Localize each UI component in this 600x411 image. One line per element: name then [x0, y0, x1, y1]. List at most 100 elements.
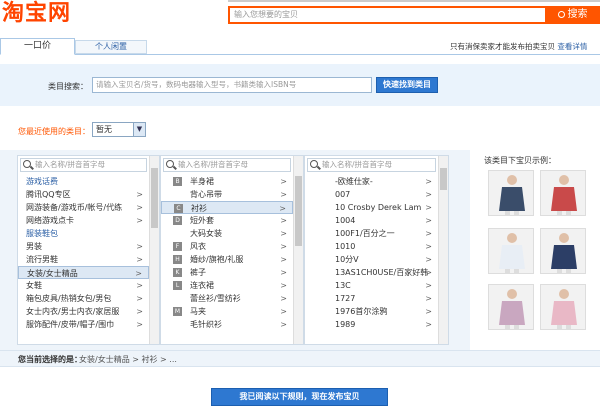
shirt-icon — [489, 229, 533, 273]
category-item[interactable]: 女装/女士精品 > — [18, 266, 149, 279]
category-item-label: 网游装备/游戏币/帐号/代练 — [26, 203, 123, 212]
subcategory-item[interactable]: B 半身裙 > — [161, 175, 293, 188]
search-icon — [557, 11, 565, 18]
chevron-right-icon: > — [279, 204, 286, 213]
taobao-logo[interactable]: 淘宝网 — [2, 0, 71, 26]
index-letter-badge: K — [173, 268, 182, 277]
subcategory-item[interactable]: D 短外套 > — [161, 214, 293, 227]
auction-notice: 只有消保卖家才能发布拍卖宝贝 查看详情 — [450, 41, 587, 52]
brand-item[interactable]: 1004 > — [305, 214, 438, 227]
brand-item-label: 100F1/百分之一 — [335, 229, 395, 238]
category-item-label: 箱包皮具/热销女包/男包 — [26, 294, 112, 303]
level3-scrollbar[interactable] — [438, 156, 448, 344]
category-item[interactable]: 箱包皮具/热销女包/男包 > — [18, 292, 149, 305]
recent-category-select[interactable]: 暂无 ▼ — [92, 122, 146, 137]
brand-item-label: 1989 — [335, 320, 356, 329]
brand-item[interactable]: 100F1/百分之一 > — [305, 227, 438, 240]
brand-item[interactable]: 007 > — [305, 188, 438, 201]
search-input[interactable]: 输入您想要的宝贝 — [228, 6, 546, 24]
scroll-thumb[interactable] — [440, 168, 447, 190]
level2-list: B 半身裙 > 背心吊带 > C 衬衫 > D 短外套 > 大码女装 > F 风衣 > H 婚纱/旗袍/礼服 > K 裤… — [161, 175, 293, 331]
index-letter-badge: B — [173, 177, 182, 186]
subcategory-item[interactable]: 蕾丝衫/雪纺衫 > — [161, 292, 293, 305]
subcategory-item[interactable]: 毛针织衫 > — [161, 318, 293, 331]
chevron-right-icon: > — [280, 216, 287, 225]
level2-scrollbar[interactable] — [293, 156, 303, 344]
subcategory-item[interactable]: F 风衣 > — [161, 240, 293, 253]
subcategory-item[interactable]: 背心吊带 > — [161, 188, 293, 201]
subcategory-item-label: 婚纱/旗袍/礼服 — [190, 255, 244, 264]
recent-category-label: 您最近使用的类目： — [18, 127, 90, 136]
brand-item[interactable]: 1010 > — [305, 240, 438, 253]
category-item[interactable]: 女鞋 > — [18, 279, 149, 292]
notice-detail-link[interactable]: 查看详情 — [557, 42, 587, 51]
category-group-header: 服装鞋包 — [18, 227, 149, 240]
subcategory-item[interactable]: H 婚纱/旗袍/礼服 > — [161, 253, 293, 266]
brand-item-label: 1010 — [335, 242, 356, 251]
example-image[interactable] — [488, 228, 534, 274]
subcategory-item[interactable]: M 马夹 > — [161, 305, 293, 318]
chevron-right-icon: > — [425, 320, 432, 329]
category-item[interactable]: 网游装备/游戏币/帐号/代练 > — [18, 201, 149, 214]
level1-filter-input[interactable]: 输入名称/拼音首字母 — [20, 158, 147, 172]
brand-item[interactable]: 10分V > — [305, 253, 438, 266]
chevron-right-icon: > — [136, 255, 143, 264]
chevron-down-icon[interactable]: ▼ — [133, 123, 145, 136]
tabs-divider — [0, 54, 600, 55]
scroll-thumb[interactable] — [151, 168, 158, 228]
level3-filter-input[interactable]: 输入名称/拼音首字母 — [307, 158, 436, 172]
category-item[interactable]: 腾讯QQ专区 > — [18, 188, 149, 201]
subcategory-item-label: 风衣 — [190, 242, 206, 251]
category-search-input[interactable]: 请输入宝贝名/货号，数码电器输入型号，书籍类输入ISBN号 — [92, 77, 372, 93]
category-item-label: 女士内衣/男士内衣/家居服 — [26, 307, 120, 316]
category-item-label: 腾讯QQ专区 — [26, 190, 71, 199]
examples-label: 该类目下宝贝示例： — [484, 156, 556, 165]
subcategory-item[interactable]: 大码女装 > — [161, 227, 293, 240]
tab-personal-idle[interactable]: 个人闲置 — [75, 40, 147, 54]
subcategory-item-label: 背心吊带 — [190, 190, 222, 199]
level3-list: -欧维仕家- >007 >10 Crosby Derek Lam >1004 >100F… — [305, 175, 438, 331]
chevron-right-icon: > — [136, 307, 143, 316]
category-item[interactable]: 男装 > — [18, 240, 149, 253]
subcategory-item[interactable]: L 连衣裙 > — [161, 279, 293, 292]
scroll-thumb[interactable] — [295, 176, 302, 246]
brand-item[interactable]: 1976首尔涂鸦 > — [305, 305, 438, 318]
chevron-right-icon: > — [135, 269, 142, 278]
subcategory-item[interactable]: K 裤子 > — [161, 266, 293, 279]
example-image[interactable] — [540, 284, 586, 330]
brand-item-label: 007 — [335, 190, 351, 199]
publish-button[interactable]: 我已阅读以下规则，现在发布宝贝 — [211, 388, 388, 406]
example-image[interactable] — [540, 170, 586, 216]
example-image[interactable] — [540, 228, 586, 274]
brand-item[interactable]: 10 Crosby Derek Lam > — [305, 201, 438, 214]
category-item[interactable]: 流行男鞋 > — [18, 253, 149, 266]
subcategory-item[interactable]: C 衬衫 > — [161, 201, 293, 214]
find-category-button[interactable]: 快速找到类目 — [376, 77, 438, 93]
filter-placeholder: 输入名称/拼音首字母 — [35, 160, 106, 169]
category-item[interactable]: 女士内衣/男士内衣/家居服 > — [18, 305, 149, 318]
chevron-right-icon: > — [136, 203, 143, 212]
brand-item[interactable]: 1727 > — [305, 292, 438, 305]
category-item[interactable]: 网络游戏点卡 > — [18, 214, 149, 227]
search-icon — [166, 160, 174, 168]
brand-item[interactable]: 13C > — [305, 279, 438, 292]
brand-item[interactable]: 1989 > — [305, 318, 438, 331]
brand-item[interactable]: 13AS1CH0USE/百家好韩 > — [305, 266, 438, 279]
example-image[interactable] — [488, 170, 534, 216]
recent-category-value: 暂无 — [96, 125, 112, 134]
level2-filter-input[interactable]: 输入名称/拼音首字母 — [163, 158, 291, 172]
example-image[interactable] — [488, 284, 534, 330]
chevron-right-icon: > — [136, 190, 143, 199]
chevron-right-icon: > — [280, 281, 287, 290]
filter-placeholder: 输入名称/拼音首字母 — [178, 160, 249, 169]
category-item[interactable]: 服饰配件/皮带/帽子/围巾 > — [18, 318, 149, 331]
category-search-label: 类目搜索： — [48, 82, 88, 91]
subcategory-item-label: 裤子 — [190, 268, 206, 277]
shirt-icon — [489, 285, 533, 329]
chevron-right-icon: > — [136, 294, 143, 303]
chevron-right-icon: > — [280, 229, 287, 238]
brand-item[interactable]: -欧维仕家- > — [305, 175, 438, 188]
level1-scrollbar[interactable] — [149, 156, 159, 344]
search-button[interactable]: 搜索 — [545, 6, 600, 24]
tab-fixed-price[interactable]: 一口价 — [0, 38, 75, 55]
